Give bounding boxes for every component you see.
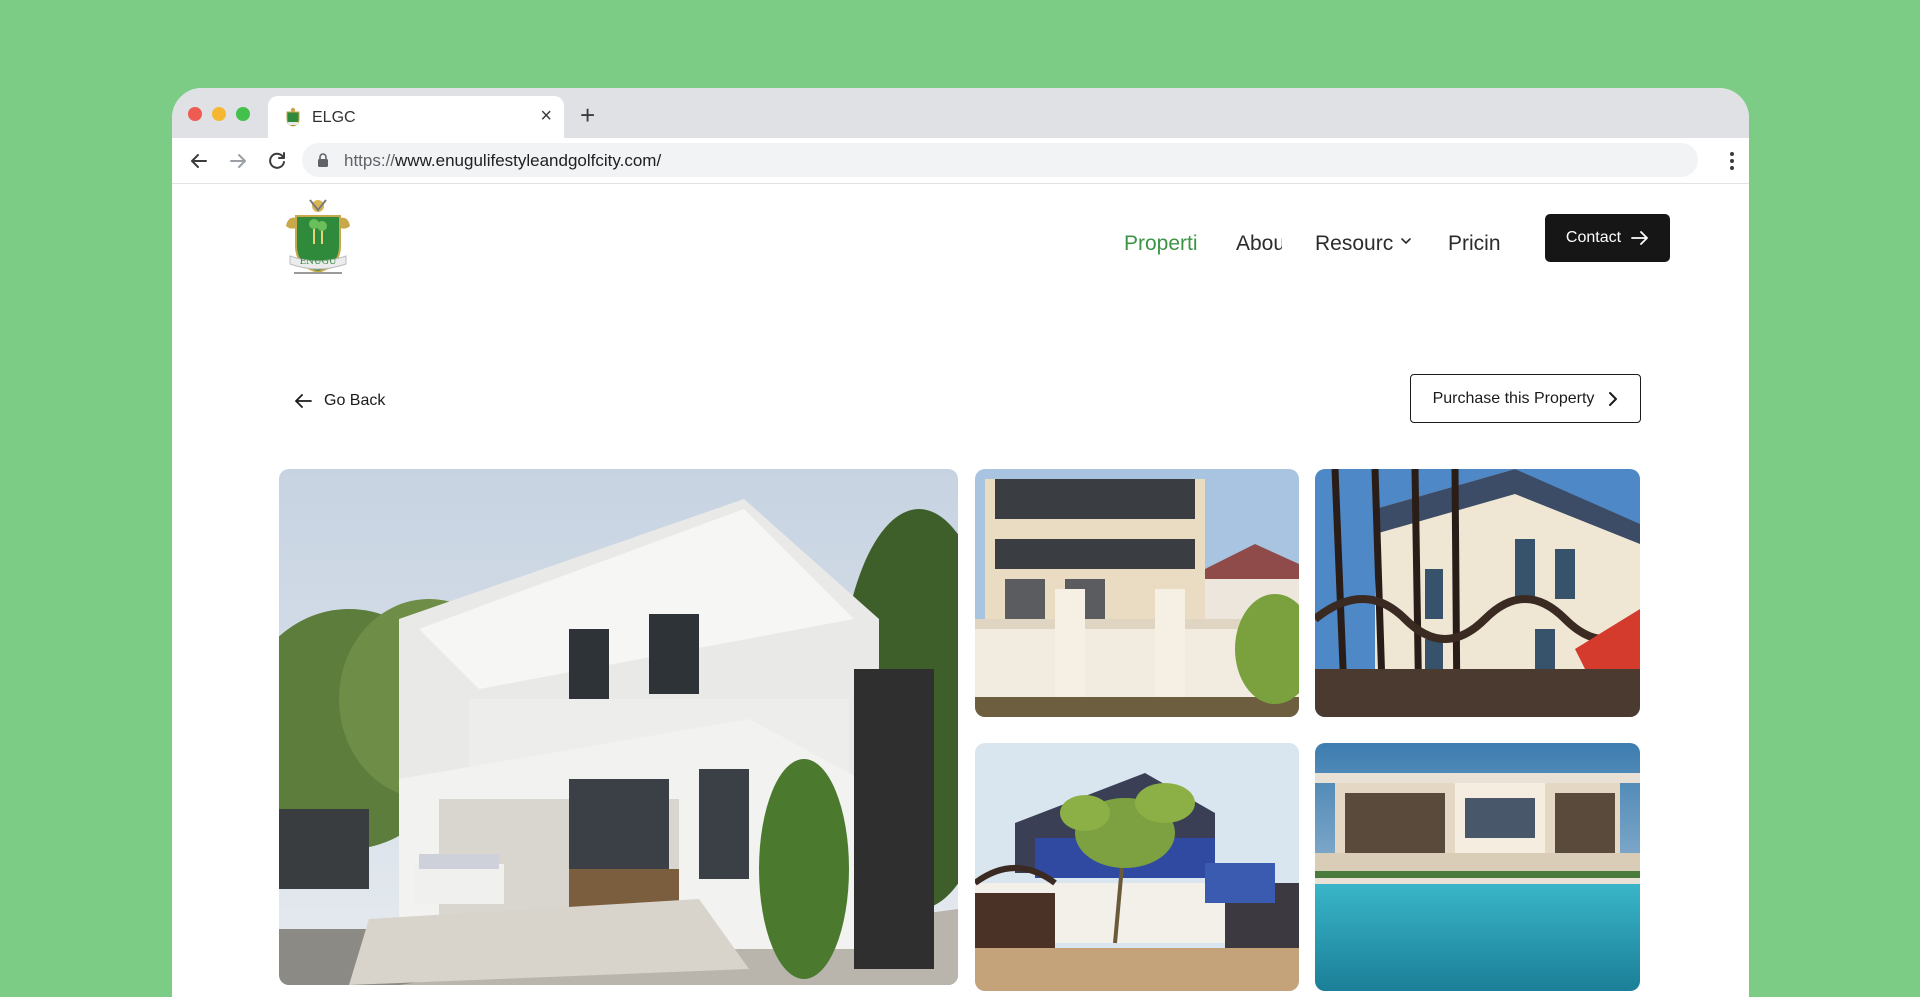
close-window-button[interactable] xyxy=(188,107,202,121)
minimize-window-button[interactable] xyxy=(212,107,226,121)
nav-properties[interactable]: Properti xyxy=(1124,232,1204,256)
nav-pricing[interactable]: Pricin xyxy=(1448,232,1501,256)
go-back-label: Go Back xyxy=(324,392,386,409)
house-with-tree-image xyxy=(975,743,1299,991)
arrow-left-icon xyxy=(295,394,312,408)
website-content: ENUGU Properti Abou Resourc Pricin Conta… xyxy=(172,184,1749,997)
maximize-window-button[interactable] xyxy=(236,107,250,121)
nav-about[interactable]: Abou xyxy=(1236,232,1282,256)
tab-title: ELGC xyxy=(312,109,356,126)
back-arrow-icon[interactable] xyxy=(188,150,210,172)
chevron-down-icon[interactable] xyxy=(1400,236,1412,246)
modern-white-house-image xyxy=(279,469,958,985)
url-text: https://www.enugulifestyleandgolfcity.co… xyxy=(344,151,661,171)
tab-strip: ELGC × + xyxy=(172,88,1749,138)
reload-icon[interactable] xyxy=(266,150,288,172)
arrow-right-icon xyxy=(1631,231,1648,245)
luxury-pool-house-image xyxy=(1315,743,1640,991)
property-main-photo[interactable] xyxy=(279,469,958,985)
new-tab-icon[interactable]: + xyxy=(580,102,595,128)
chevron-right-icon xyxy=(1609,391,1618,406)
property-photo-5[interactable] xyxy=(1315,743,1640,991)
property-photo-2[interactable] xyxy=(975,469,1299,717)
forward-arrow-icon[interactable] xyxy=(227,150,249,172)
url-host: www.enugulifestyleandgolfcity.com/ xyxy=(395,151,662,170)
main-nav: Properti Abou Resourc Pricin xyxy=(172,232,1749,262)
go-back-link[interactable]: Go Back xyxy=(294,388,385,414)
url-scheme: https:// xyxy=(344,151,396,170)
contact-button-label: Contact xyxy=(1565,229,1622,246)
villa-behind-gate-image xyxy=(1315,469,1640,717)
browser-toolbar: https://www.enugulifestyleandgolfcity.co… xyxy=(172,138,1749,184)
browser-menu-icon[interactable] xyxy=(1729,150,1735,172)
site-favicon-icon xyxy=(286,107,300,127)
property-photo-4[interactable] xyxy=(975,743,1299,991)
contact-button[interactable]: Contact xyxy=(1545,214,1670,262)
browser-window: ELGC × + https://www.enugulifestyleandgo… xyxy=(172,88,1749,997)
lock-icon xyxy=(318,153,328,167)
cream-villa-image xyxy=(975,469,1299,717)
address-bar[interactable]: https://www.enugulifestyleandgolfcity.co… xyxy=(302,143,1698,177)
browser-tab[interactable]: ELGC × xyxy=(268,96,564,138)
purchase-property-button[interactable]: Purchase this Property xyxy=(1410,374,1641,423)
property-photo-3[interactable] xyxy=(1315,469,1640,717)
purchase-button-label: Purchase this Property xyxy=(1432,389,1595,407)
close-tab-icon[interactable]: × xyxy=(540,106,552,126)
